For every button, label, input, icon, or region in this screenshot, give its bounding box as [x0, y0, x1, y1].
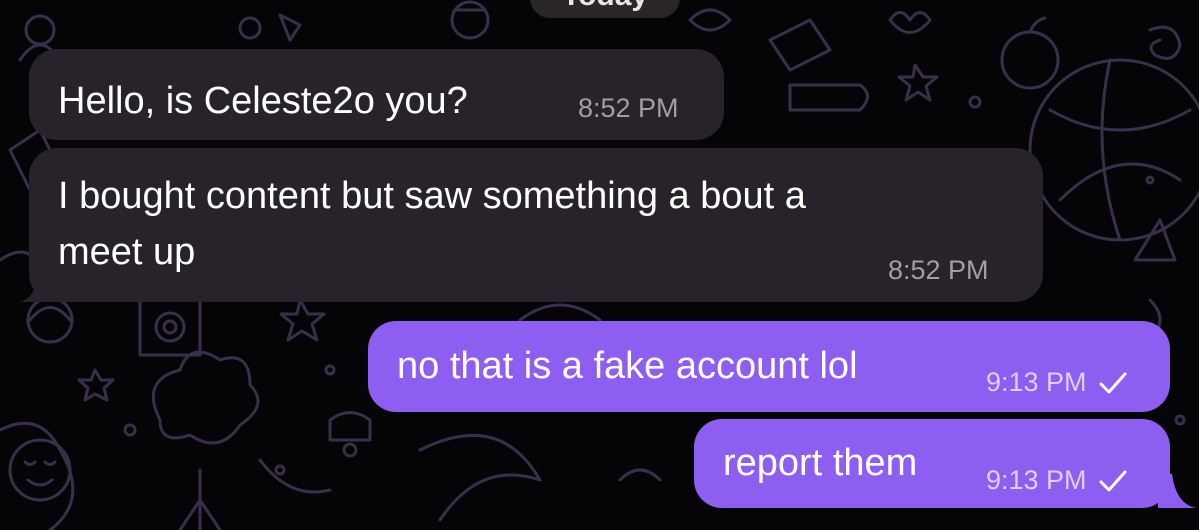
- message-time: 8:52 PM: [888, 255, 989, 285]
- outgoing-message[interactable]: no that is a fake account lol 9:13 PM: [368, 321, 1170, 412]
- single-check-icon: [1099, 372, 1127, 394]
- message-text: report them: [723, 442, 918, 484]
- message-meta: 9:13 PM: [986, 465, 1128, 495]
- message-meta: 9:13 PM: [986, 367, 1128, 397]
- message-time: 9:13 PM: [986, 367, 1087, 397]
- chat-screen: Today Hello, is Celeste2o you? 8:52 PM I…: [0, 0, 1199, 530]
- message-text: Hello, is Celeste2o you?: [58, 80, 468, 122]
- single-check-icon: [1099, 470, 1127, 492]
- date-separator: Today: [530, 0, 681, 18]
- message-text: no that is a fake account lol: [397, 345, 858, 387]
- incoming-message[interactable]: Hello, is Celeste2o you? 8:52 PM: [29, 49, 724, 140]
- message-time: 9:13 PM: [986, 465, 1087, 495]
- incoming-message[interactable]: I bought content but saw something a bou…: [29, 148, 1043, 302]
- message-time: 8:52 PM: [578, 93, 679, 123]
- outgoing-message[interactable]: report them 9:13 PM: [694, 419, 1170, 508]
- message-text-line-1: I bought content but saw something a bou…: [58, 175, 806, 217]
